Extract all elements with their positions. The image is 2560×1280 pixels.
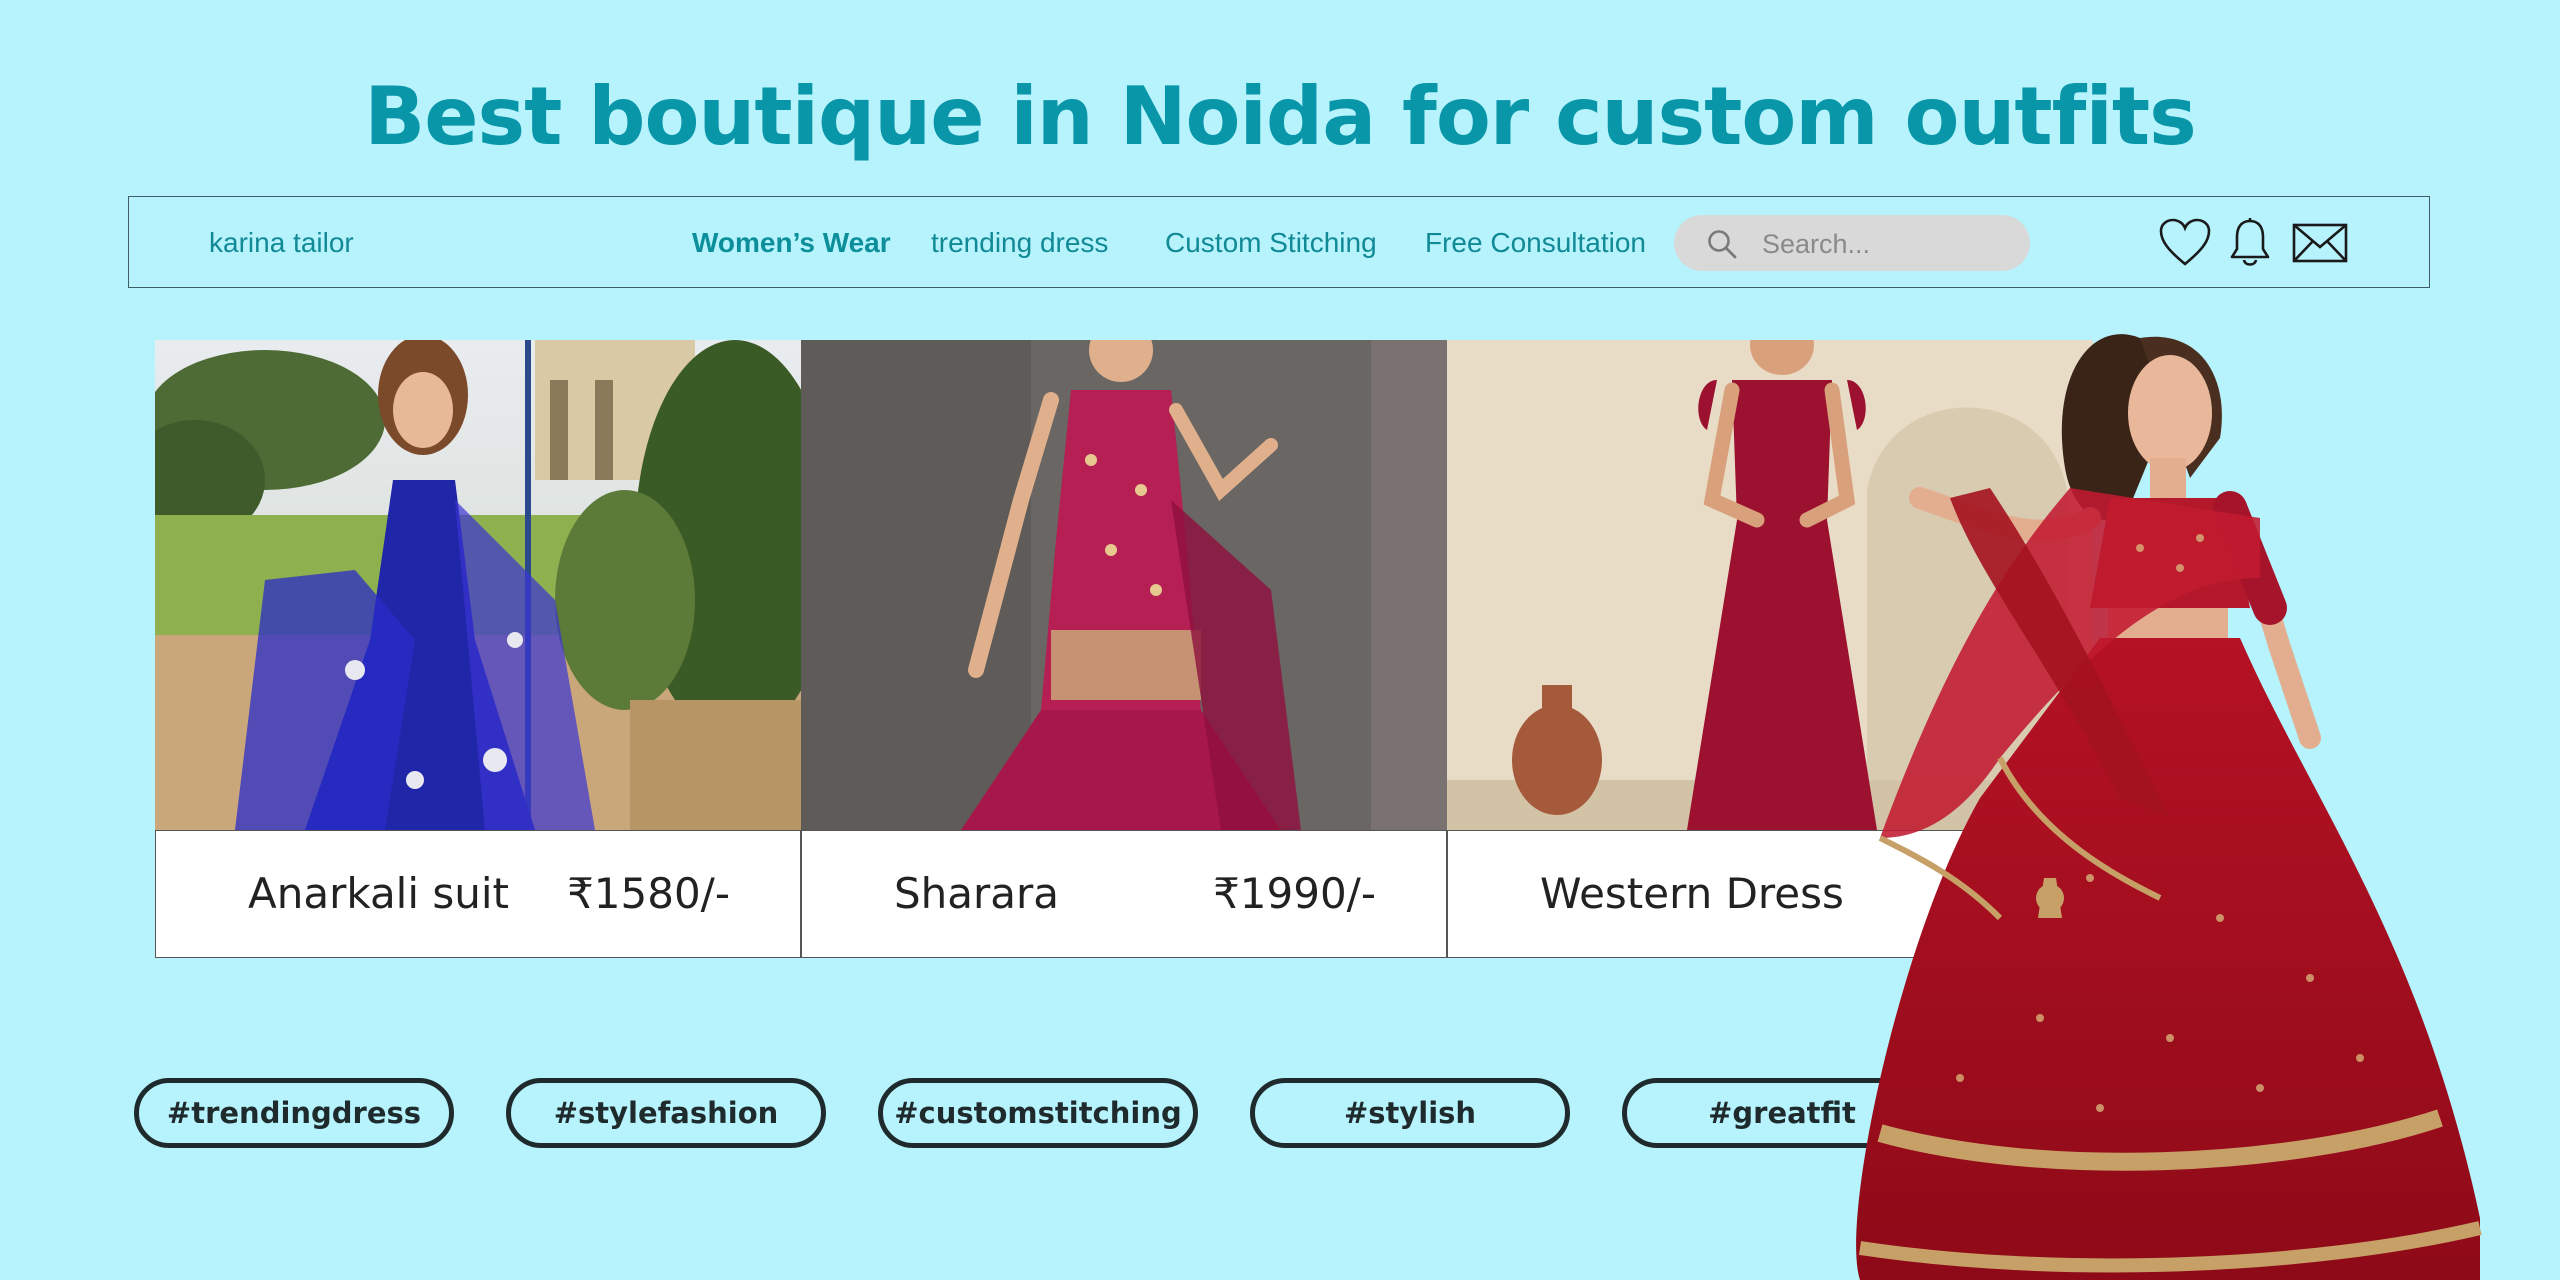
product-image-sharara[interactable] xyxy=(801,340,1447,830)
nav-item-custom-stitching[interactable]: Custom Stitching xyxy=(1165,227,1377,259)
bell-icon[interactable] xyxy=(2228,217,2272,269)
mail-icon[interactable] xyxy=(2292,223,2348,263)
nav-item-womens-wear[interactable]: Women’s Wear xyxy=(692,227,891,259)
lehenga-model-image xyxy=(1856,334,2482,1280)
product-card-sharara[interactable]: Sharara ₹1990/- xyxy=(801,340,1447,958)
brand-name[interactable]: karina tailor xyxy=(209,227,354,259)
page-headline: Best boutique in Noida for custom outfit… xyxy=(364,70,2197,163)
product-image-anarkali[interactable] xyxy=(155,340,801,830)
hashtag-stylefashion[interactable]: #stylefashion xyxy=(506,1078,826,1148)
product-price: ₹1580/- xyxy=(567,869,730,918)
product-caption: Sharara ₹1990/- xyxy=(801,830,1447,958)
product-caption: Anarkali suit ₹1580/- xyxy=(155,830,801,958)
heart-icon[interactable] xyxy=(2158,217,2212,269)
search-input[interactable] xyxy=(1760,225,2014,263)
hashtag-customstitching[interactable]: #customstitching xyxy=(878,1078,1198,1148)
product-name: Western Dress xyxy=(1540,869,1844,918)
nav-item-trending-dress[interactable]: trending dress xyxy=(931,227,1108,259)
product-card-anarkali[interactable]: Anarkali suit ₹1580/- xyxy=(155,340,801,958)
search-bar[interactable] xyxy=(1674,215,2030,271)
hashtag-trendingdress[interactable]: #trendingdress xyxy=(134,1078,454,1148)
nav-item-free-consultation[interactable]: Free Consultation xyxy=(1425,227,1646,259)
product-price: ₹1990/- xyxy=(1213,869,1376,918)
product-name: Sharara xyxy=(894,869,1060,918)
search-icon xyxy=(1708,230,1737,259)
hashtag-stylish[interactable]: #stylish xyxy=(1250,1078,1570,1148)
navbar: karina tailor Women’s Wear trending dres… xyxy=(128,196,2430,288)
product-name: Anarkali suit xyxy=(248,869,510,918)
